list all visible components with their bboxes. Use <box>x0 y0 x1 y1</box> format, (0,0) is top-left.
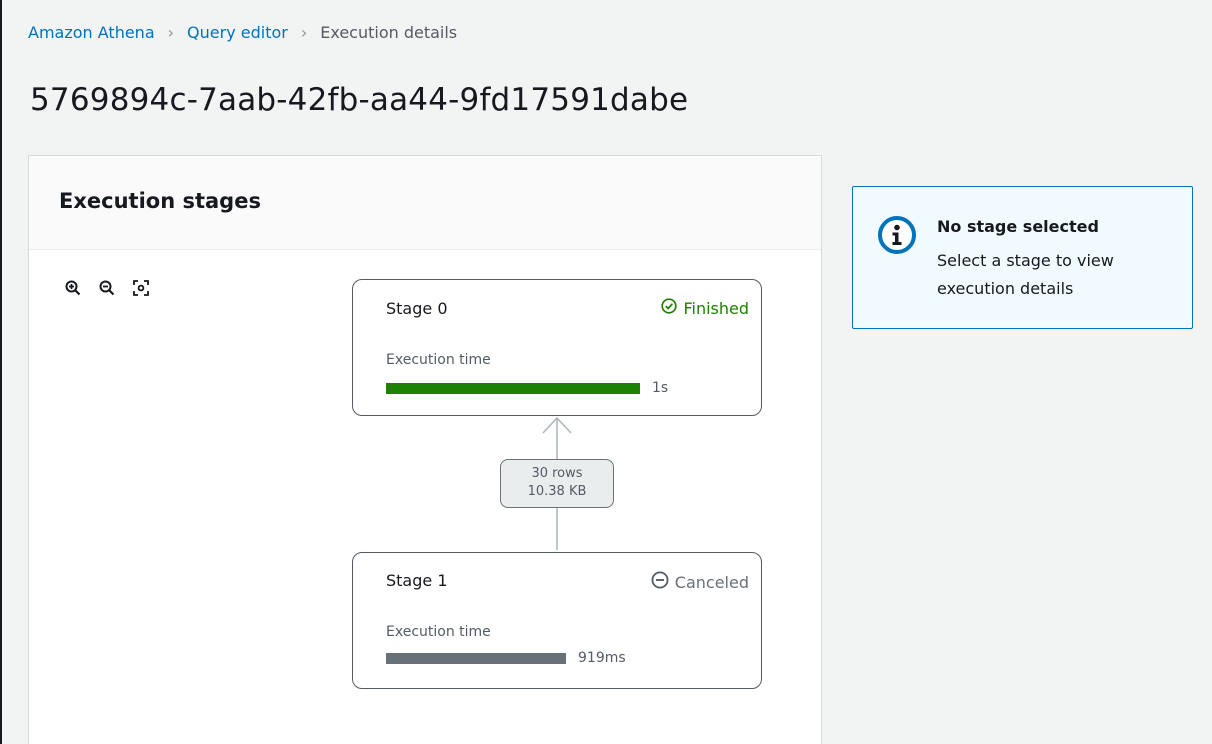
breadcrumb-query-editor[interactable]: Query editor <box>187 23 288 42</box>
stage-status-label: Canceled <box>674 572 749 592</box>
stage-card-1[interactable]: Stage 1 Canceled Execution time 919ms <box>352 552 762 689</box>
execution-time-bar <box>386 382 640 394</box>
edge-label: 30 rows 10.38 KB <box>500 459 614 508</box>
stage-status: Canceled <box>651 571 749 593</box>
zoom-out-icon[interactable] <box>97 278 117 298</box>
execution-time-value: 919ms <box>578 650 626 666</box>
zoom-tools <box>63 278 151 298</box>
check-circle-icon <box>661 298 678 318</box>
fit-to-screen-icon[interactable] <box>131 278 151 298</box>
breadcrumb-execution-details: Execution details <box>320 23 458 42</box>
minus-circle-icon <box>651 571 669 593</box>
execution-time-row: 919ms <box>386 650 626 666</box>
stage-name: Stage 0 <box>386 299 448 318</box>
execution-time-row: 1s <box>386 380 668 396</box>
stage-status: Finished <box>661 298 749 318</box>
edge-size: 10.38 KB <box>527 484 587 499</box>
stage-name: Stage 1 <box>386 571 448 590</box>
execution-time-label: Execution time <box>386 624 491 640</box>
zoom-in-icon[interactable] <box>63 278 83 298</box>
breadcrumb-amazon-athena[interactable]: Amazon Athena <box>28 23 155 42</box>
panel-heading: Execution stages <box>59 189 261 213</box>
execution-time-value: 1s <box>652 380 669 396</box>
alert-title: No stage selected <box>937 217 1099 236</box>
no-stage-selected-alert: No stage selected Select a stage to view… <box>852 186 1193 329</box>
panel-header: Execution stages <box>29 156 821 250</box>
edge-rows: 30 rows <box>531 466 583 481</box>
chevron-right-icon: › <box>300 23 308 42</box>
info-icon <box>877 215 917 259</box>
execution-time-label: Execution time <box>386 352 491 368</box>
alert-text: Select a stage to view execution details <box>937 251 1114 298</box>
stage-card-0[interactable]: Stage 0 Finished Execution time 1s <box>352 279 762 416</box>
breadcrumb: Amazon Athena › Query editor › Execution… <box>28 23 457 42</box>
stage-status-label: Finished <box>683 298 749 318</box>
execution-time-bar <box>386 652 566 664</box>
execution-stages-panel: Execution stages 30 rows 10.38 KB Stage … <box>28 155 822 744</box>
chevron-right-icon: › <box>167 23 175 42</box>
page-title: 5769894c-7aab-42fb-aa44-9fd17591dabe <box>30 82 689 118</box>
